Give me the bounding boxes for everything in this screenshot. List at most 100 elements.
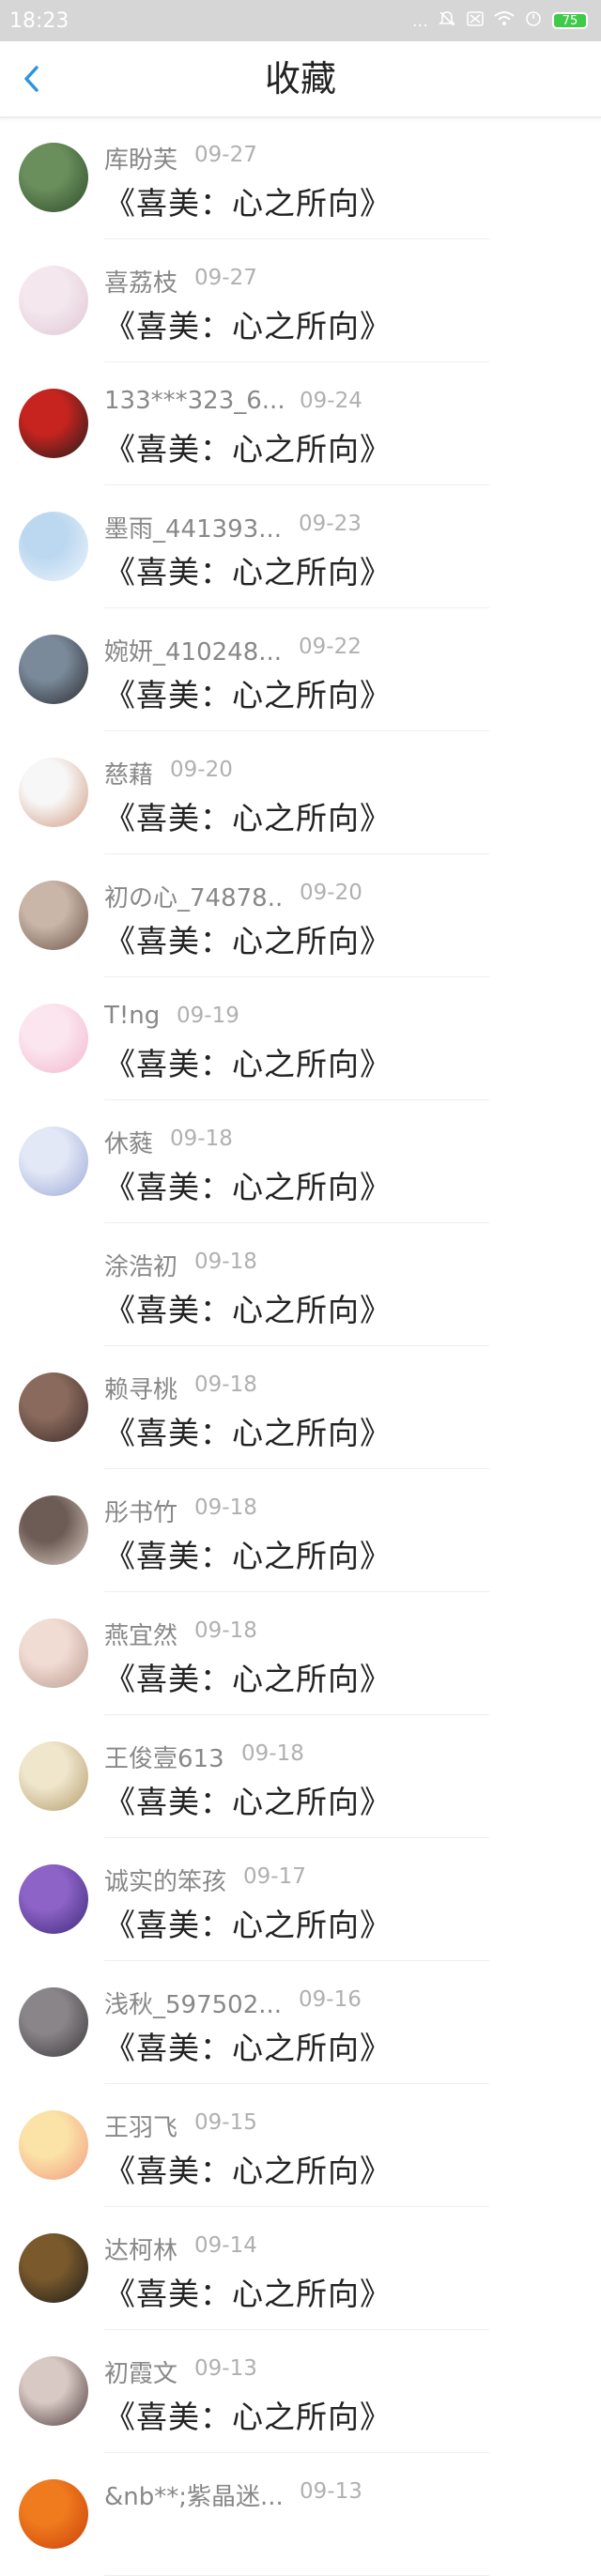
favorite-date: 09-27	[194, 143, 257, 167]
list-item[interactable]: 达柯林 09-14 《喜美：心之所向》	[0, 2207, 601, 2330]
list-item[interactable]: 彤书竹 09-18 《喜美：心之所向》	[0, 1469, 601, 1592]
list-item[interactable]: 墨雨_441393... 09-23 《喜美：心之所向》	[0, 485, 601, 608]
anime-girl-avatar[interactable]	[19, 266, 88, 335]
list-item[interactable]: 燕宜然 09-18 《喜美：心之所向》	[0, 1592, 601, 1715]
username[interactable]: 初の心_74878...	[104, 879, 283, 913]
dark-photo-avatar[interactable]	[19, 1372, 88, 1442]
anime-boy-avatar[interactable]	[19, 512, 88, 581]
alarm-icon	[524, 9, 543, 33]
username[interactable]: T!ng	[104, 1002, 160, 1030]
blonde-anime-avatar[interactable]	[19, 2110, 88, 2180]
list-item[interactable]: T!ng 09-19 《喜美：心之所向》	[0, 977, 601, 1100]
book-title[interactable]: 《喜美：心之所向》	[104, 1777, 392, 1822]
username[interactable]: 诚实的笨孩	[104, 1863, 226, 1897]
man-portrait-avatar[interactable]	[19, 758, 88, 827]
book-title[interactable]: 《喜美：心之所向》	[104, 1654, 392, 1699]
book-title[interactable]: 《喜美：心之所向》	[104, 2146, 392, 2191]
book-title[interactable]: 《喜美：心之所向》	[104, 2023, 392, 2068]
girl-face-avatar[interactable]	[19, 1618, 88, 1688]
orange-avatar[interactable]	[19, 2479, 88, 2549]
favorite-date: 09-18	[194, 1372, 257, 1397]
list-item[interactable]: 浅秋_597502... 09-16 《喜美：心之所向》	[0, 1961, 601, 2084]
item-header: T!ng 09-19	[104, 1002, 367, 1034]
username[interactable]: 初霞文	[104, 2354, 177, 2389]
favorite-date: 09-18	[194, 1618, 257, 1643]
mute-bell-icon	[438, 9, 456, 33]
book-title[interactable]: 《喜美：心之所向》	[104, 547, 392, 592]
book-title[interactable]: 《喜美：心之所向》	[104, 670, 392, 715]
username[interactable]: 彤书竹	[104, 1494, 177, 1528]
book-title[interactable]: 《喜美：心之所向》	[104, 178, 392, 223]
username[interactable]: 涂浩初	[104, 1248, 177, 1282]
username[interactable]: 喜荔枝	[104, 264, 177, 299]
book-title[interactable]: 《喜美：心之所向》	[104, 1162, 392, 1207]
list-item[interactable]: &nb**;紫晶迷... 09-13	[0, 2453, 601, 2576]
grey-art-avatar[interactable]	[19, 1987, 88, 2057]
username[interactable]: 婉妍_410248...	[104, 633, 282, 667]
list-item[interactable]: 赖寻桃 09-18 《喜美：心之所向》	[0, 1346, 601, 1469]
username[interactable]: 休蕤	[104, 1125, 153, 1159]
book-title[interactable]: 《喜美：心之所向》	[104, 1900, 392, 1945]
favorite-date: 09-24	[300, 389, 362, 413]
book-title[interactable]: 《喜美：心之所向》	[104, 424, 392, 469]
favorite-date: 09-14	[194, 2233, 257, 2258]
calligraphy-avatar[interactable]	[19, 1741, 88, 1811]
book-title[interactable]: 《喜美：心之所向》	[104, 301, 392, 346]
list-item[interactable]: 涂浩初 09-18 《喜美：心之所向》	[0, 1223, 601, 1346]
status-time: 18:23	[9, 8, 69, 33]
list-item[interactable]: 王羽飞 09-15 《喜美：心之所向》	[0, 2084, 601, 2207]
long-hair-avatar[interactable]	[19, 2356, 88, 2426]
status-bar: 18:23 ... 75	[0, 0, 601, 41]
girl-hat-avatar[interactable]	[19, 1495, 88, 1565]
username[interactable]: 王俊壹613	[104, 1740, 224, 1774]
username[interactable]: 墨雨_441393...	[104, 510, 282, 544]
book-title[interactable]: 《喜美：心之所向》	[104, 2269, 392, 2314]
book-title[interactable]: 《喜美：心之所向》	[104, 1531, 392, 1576]
favorite-date: 09-18	[194, 1250, 257, 1274]
favorite-date: 09-16	[299, 1987, 362, 2012]
favorite-date: 09-22	[299, 635, 362, 659]
cactus-avatar[interactable]	[19, 143, 88, 212]
list-item[interactable]: 初霞文 09-13 《喜美：心之所向》	[0, 2330, 601, 2453]
girl-photo-avatar[interactable]	[19, 881, 88, 950]
book-title[interactable]: 《喜美：心之所向》	[104, 1408, 392, 1453]
anime-maid-avatar[interactable]	[19, 1127, 88, 1196]
username[interactable]: 燕宜然	[104, 1617, 177, 1651]
pink-cartoon-avatar[interactable]	[19, 1004, 88, 1073]
username[interactable]: &nb**;紫晶迷...	[104, 2477, 283, 2512]
book-title[interactable]: 《喜美：心之所向》	[104, 916, 392, 961]
username[interactable]: 达柯林	[104, 2231, 177, 2266]
item-header: 彤书竹 09-18	[104, 1494, 367, 1528]
list-item[interactable]: 婉妍_410248... 09-22 《喜美：心之所向》	[0, 608, 601, 731]
username[interactable]: 王羽飞	[104, 2108, 177, 2143]
spiderman-avatar[interactable]	[19, 389, 88, 458]
item-header: 燕宜然 09-18	[104, 1617, 367, 1651]
item-header: 133***323_6... 09-24	[104, 387, 367, 419]
item-header: 赖寻桃 09-18	[104, 1371, 367, 1405]
list-item[interactable]: 王俊壹613 09-18 《喜美：心之所向》	[0, 1715, 601, 1838]
book-title[interactable]: 《喜美：心之所向》	[104, 1039, 392, 1084]
ink-girl-avatar[interactable]	[19, 635, 88, 704]
list-item[interactable]: 库盼芙 09-27 《喜美：心之所向》	[0, 116, 601, 239]
blank-avatar[interactable]	[19, 1250, 88, 1319]
book-title[interactable]: 《喜美：心之所向》	[104, 793, 392, 838]
book-title[interactable]: 《喜美：心之所向》	[104, 1285, 392, 1330]
bird-avatar[interactable]	[19, 2233, 88, 2303]
page-title: 收藏	[264, 58, 336, 100]
list-item[interactable]: 休蕤 09-18 《喜美：心之所向》	[0, 1100, 601, 1223]
username[interactable]: 浅秋_597502...	[104, 1986, 282, 2020]
list-item[interactable]: 喜荔枝 09-27 《喜美：心之所向》	[0, 239, 601, 362]
username[interactable]: 133***323_6...	[104, 387, 283, 415]
status-icons: ... 75	[412, 9, 588, 33]
username[interactable]: 赖寻桃	[104, 1371, 177, 1405]
purple-anime-avatar[interactable]	[19, 1864, 88, 1934]
list-item[interactable]: 诚实的笨孩 09-17 《喜美：心之所向》	[0, 1838, 601, 1961]
favorite-date: 09-13	[300, 2479, 362, 2504]
username[interactable]: 库盼芙	[104, 141, 177, 176]
list-item[interactable]: 133***323_6... 09-24 《喜美：心之所向》	[0, 362, 601, 485]
username[interactable]: 慈藉	[104, 756, 153, 790]
book-title[interactable]: 《喜美：心之所向》	[104, 2392, 392, 2437]
list-item[interactable]: 初の心_74878... 09-20 《喜美：心之所向》	[0, 854, 601, 977]
favorite-date: 09-27	[194, 266, 257, 290]
list-item[interactable]: 慈藉 09-20 《喜美：心之所向》	[0, 731, 601, 854]
